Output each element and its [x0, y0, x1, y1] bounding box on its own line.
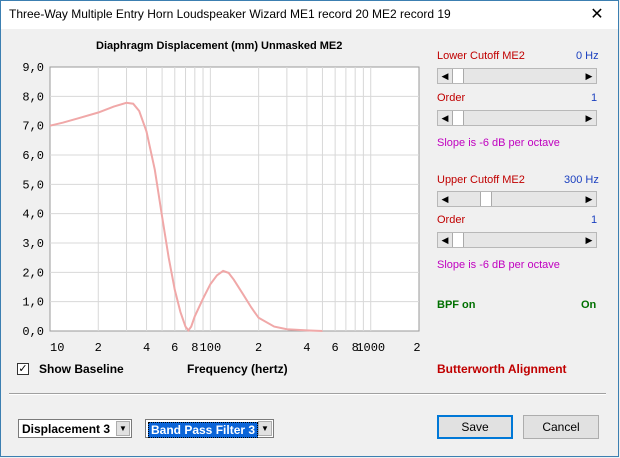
left-arrow-icon[interactable]: ◀ — [438, 111, 452, 125]
slider-thumb[interactable] — [452, 69, 464, 83]
show-baseline-label: Show Baseline — [39, 362, 124, 376]
chart-title: Diaphragm Displacement (mm) Unmasked ME2 — [96, 40, 343, 52]
x-tick-label: 10 — [50, 341, 64, 355]
y-tick-label: 8,0 — [22, 90, 44, 104]
upper-cutoff-value: 300 Hz — [564, 174, 599, 186]
x-tick-label: 1000 — [356, 341, 385, 355]
x-tick-label: 2 — [95, 341, 102, 355]
x-tick-label: 6 — [332, 341, 339, 355]
slider-thumb[interactable] — [480, 192, 493, 206]
chevron-down-icon[interactable]: ▼ — [258, 421, 272, 436]
y-tick-label: 3,0 — [22, 237, 44, 251]
x-tick-label: 8 — [191, 341, 198, 355]
displacement-select[interactable]: Displacement 3 ▼ — [18, 419, 132, 438]
y-tick-label: 6,0 — [22, 149, 44, 163]
right-arrow-icon[interactable]: ▶ — [582, 192, 596, 206]
lower-order-value: 1 — [591, 92, 598, 104]
lower-order-slider[interactable]: ◀ ▶ — [437, 110, 597, 126]
lower-cutoff-slider[interactable]: ◀ ▶ — [437, 68, 597, 84]
slider-thumb[interactable] — [452, 233, 464, 247]
right-arrow-icon[interactable]: ▶ — [582, 233, 596, 247]
wizard-window: Three-Way Multiple Entry Horn Loudspeake… — [0, 0, 619, 457]
filter-select[interactable]: Band Pass Filter 3 ▼ — [145, 419, 274, 438]
lower-order-label: Order — [437, 92, 466, 104]
left-arrow-icon[interactable]: ◀ — [438, 69, 452, 83]
upper-order-label: Order — [437, 214, 466, 226]
x-tick-label: 6 — [171, 341, 178, 355]
left-arrow-icon[interactable]: ◀ — [438, 233, 452, 247]
chevron-down-icon[interactable]: ▼ — [116, 421, 130, 436]
window-title: Three-Way Multiple Entry Horn Loudspeake… — [9, 7, 451, 21]
separator — [9, 393, 606, 395]
displacement-select-value: Displacement 3 — [22, 422, 111, 436]
right-arrow-icon[interactable]: ▶ — [582, 111, 596, 125]
alignment-text: Butterworth Alignment — [437, 362, 567, 376]
upper-order-slider[interactable]: ◀ ▶ — [437, 232, 597, 248]
save-button[interactable]: Save — [437, 415, 513, 439]
title-bar: Three-Way Multiple Entry Horn Loudspeake… — [1, 1, 618, 29]
slider-thumb[interactable] — [452, 111, 464, 125]
cancel-button[interactable]: Cancel — [523, 415, 599, 439]
bpf-status: On — [581, 299, 597, 311]
upper-order-value: 1 — [591, 214, 598, 226]
upper-slope-text: Slope is -6 dB per octave — [437, 259, 560, 271]
x-tick-label: 4 — [303, 341, 310, 355]
displacement-chart: 9,08,07,06,05,04,03,02,01,00,0 10 2 4 6 8 100… — [22, 61, 420, 355]
x-tick-label: 2 — [255, 341, 262, 355]
upper-cutoff-slider[interactable]: ◀ ▶ — [437, 191, 597, 207]
lower-cutoff-label: Lower Cutoff ME2 — [437, 50, 525, 62]
upper-cutoff-label: Upper Cutoff ME2 — [437, 174, 525, 186]
lower-slope-text: Slope is -6 dB per octave — [437, 137, 560, 149]
x-tick-label: 4 — [143, 341, 150, 355]
y-tick-label: 0,0 — [22, 325, 44, 339]
close-icon[interactable]: ✕ — [576, 1, 618, 29]
y-tick-label: 2,0 — [22, 266, 44, 280]
y-tick-label: 1,0 — [22, 296, 44, 310]
filter-select-value: Band Pass Filter 3 — [148, 422, 259, 438]
y-tick-label: 5,0 — [22, 178, 44, 192]
lower-cutoff-value: 0 Hz — [576, 50, 599, 62]
show-baseline-checkbox[interactable]: ✓ — [17, 363, 29, 375]
bpf-label: BPF on — [437, 299, 476, 311]
x-axis-label: Frequency (hertz) — [187, 362, 288, 376]
y-tick-label: 9,0 — [22, 61, 44, 75]
left-arrow-icon[interactable]: ◀ — [438, 192, 452, 206]
y-tick-label: 7,0 — [22, 120, 44, 134]
y-tick-label: 4,0 — [22, 208, 44, 222]
right-arrow-icon[interactable]: ▶ — [582, 69, 596, 83]
x-tick-label: 2 — [413, 341, 420, 355]
x-tick-label: 100 — [200, 341, 222, 355]
